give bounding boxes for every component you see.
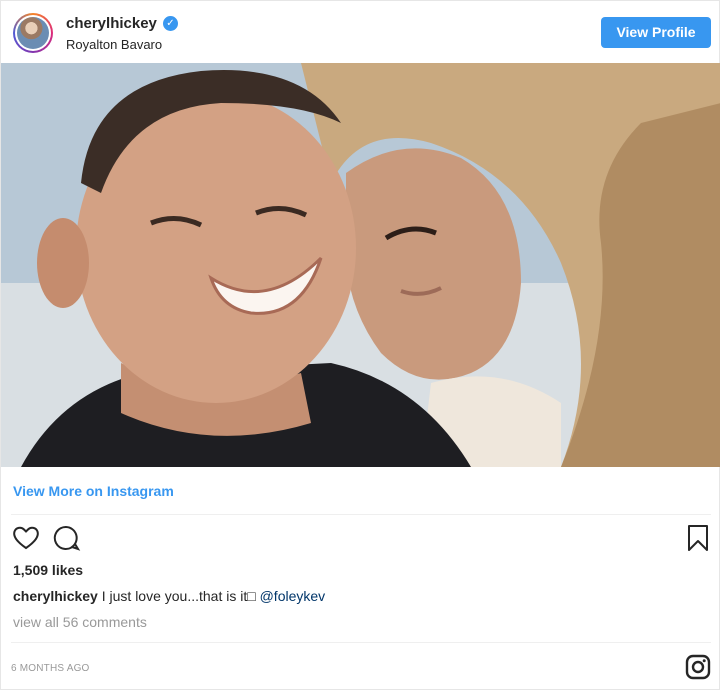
instagram-embed-card: cherylhickey ✓ Royalton Bavaro View Prof… bbox=[0, 0, 720, 690]
post-actions bbox=[11, 523, 711, 553]
username-link[interactable]: cherylhickey ✓ bbox=[66, 15, 178, 32]
divider bbox=[11, 642, 711, 643]
instagram-logo-icon[interactable] bbox=[685, 654, 711, 680]
avatar[interactable] bbox=[13, 13, 53, 53]
post-caption: cherylhickey I just love you...that is i… bbox=[13, 588, 325, 604]
caption-text: I just love you...that is it□ bbox=[97, 588, 260, 604]
post-photo[interactable] bbox=[1, 63, 720, 467]
view-more-on-instagram-link[interactable]: View More on Instagram bbox=[13, 483, 174, 499]
post-timestamp: 6 MONTHS AGO bbox=[11, 663, 90, 674]
heart-icon[interactable] bbox=[11, 523, 41, 553]
view-all-comments-link[interactable]: view all 56 comments bbox=[13, 614, 147, 630]
verified-badge-icon: ✓ bbox=[162, 16, 178, 31]
avatar-image bbox=[17, 17, 49, 49]
likes-count[interactable]: 1,509 likes bbox=[13, 562, 83, 578]
view-profile-button[interactable]: View Profile bbox=[601, 17, 711, 48]
comment-bubble-icon[interactable] bbox=[51, 523, 81, 553]
caption-username[interactable]: cherylhickey bbox=[13, 588, 98, 604]
username-text: cherylhickey bbox=[66, 15, 157, 32]
caption-mention-link[interactable]: @foleykev bbox=[260, 588, 326, 604]
location-link[interactable]: Royalton Bavaro bbox=[66, 37, 162, 52]
divider bbox=[11, 514, 711, 515]
post-header: cherylhickey ✓ Royalton Bavaro View Prof… bbox=[1, 1, 720, 63]
bookmark-icon[interactable] bbox=[683, 523, 713, 553]
photo-illustration bbox=[1, 63, 720, 467]
